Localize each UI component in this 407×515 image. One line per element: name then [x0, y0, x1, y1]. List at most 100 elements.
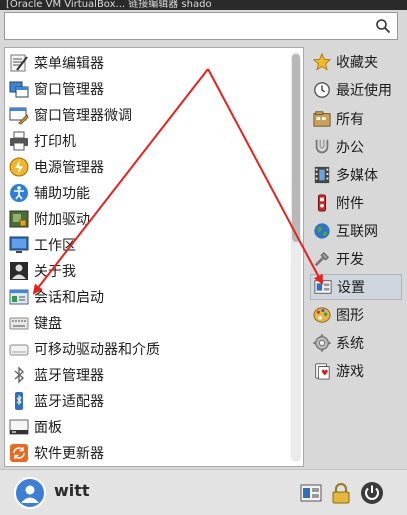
- power-manager-icon: [8, 156, 30, 178]
- app-label: 附加驱动: [34, 212, 90, 228]
- category-games[interactable]: ♥ 游戏: [310, 358, 402, 384]
- internet-icon: [312, 221, 332, 241]
- category-label: 设置: [337, 280, 365, 296]
- app-bluetooth-adapter[interactable]: 蓝牙适配器: [5, 388, 291, 414]
- app-keyboard[interactable]: 键盘: [5, 310, 291, 336]
- app-printer[interactable]: 打印机: [5, 128, 291, 154]
- category-recent[interactable]: 最近使用: [310, 77, 402, 103]
- avatar[interactable]: [14, 477, 46, 509]
- app-label: 窗口管理器微调: [34, 108, 132, 124]
- app-label: 菜单编辑器: [34, 56, 104, 72]
- app-software-updater[interactable]: 软件更新器: [5, 440, 291, 466]
- printer-icon: [8, 130, 30, 152]
- app-about-me[interactable]: 关于我: [5, 258, 291, 284]
- background-window-titlebar: [Oracle VM VirtualBox... 链接编辑器 shado: [0, 0, 407, 10]
- category-settings[interactable]: 设置: [310, 274, 402, 300]
- category-development[interactable]: 开发: [310, 246, 402, 272]
- games-icon: ♥: [312, 361, 332, 381]
- clock-icon: [312, 80, 332, 100]
- settings-manager-icon: [300, 484, 322, 502]
- app-label: 工作区: [34, 238, 76, 254]
- accessories-icon: [312, 193, 332, 213]
- app-bluetooth-manager[interactable]: 蓝牙管理器: [5, 362, 291, 388]
- app-power-manager[interactable]: 电源管理器: [5, 154, 291, 180]
- panel-icon: [8, 416, 30, 438]
- scrollbar-thumb[interactable]: [292, 54, 300, 242]
- app-additional-drivers[interactable]: 附加驱动: [5, 206, 291, 232]
- svg-text:♥: ♥: [321, 368, 328, 378]
- category-system[interactable]: 系统: [310, 330, 402, 356]
- category-label: 互联网: [336, 224, 378, 240]
- category-internet[interactable]: 互联网: [310, 218, 402, 244]
- app-panel[interactable]: 面板: [5, 414, 291, 440]
- removable-drives-icon: [8, 338, 30, 360]
- app-label: 软件更新器: [34, 446, 104, 462]
- category-label: 图形: [336, 308, 364, 324]
- system-icon: [312, 333, 332, 353]
- background-window-title: [Oracle VM VirtualBox... 链接编辑器 shado: [6, 0, 212, 10]
- software-updater-icon: [8, 442, 30, 464]
- app-window-manager[interactable]: 窗口管理器: [5, 76, 291, 102]
- menu-editor-icon: [8, 52, 30, 74]
- category-label: 开发: [336, 252, 364, 268]
- app-label: 关于我: [34, 264, 76, 280]
- app-session-startup[interactable]: 会话和启动: [5, 284, 291, 310]
- app-label: 可移动驱动器和介质: [34, 342, 160, 358]
- lock-icon: [332, 482, 350, 504]
- app-label: 窗口管理器: [34, 82, 104, 98]
- category-label: 多媒体: [336, 168, 378, 184]
- app-list-scrollbar[interactable]: [291, 52, 301, 462]
- category-label: 最近使用: [336, 83, 392, 99]
- app-label: 会话和启动: [34, 290, 104, 306]
- app-window-tweaks[interactable]: 窗口管理器微调: [5, 102, 291, 128]
- app-accessibility[interactable]: 辅助功能: [5, 180, 291, 206]
- search-icon[interactable]: [375, 18, 391, 34]
- app-workspace[interactable]: 工作区: [5, 232, 291, 258]
- session-startup-icon: [8, 286, 30, 308]
- search-input[interactable]: [9, 15, 373, 39]
- category-office[interactable]: 办公: [310, 134, 402, 160]
- app-label: 蓝牙适配器: [34, 394, 104, 410]
- settings-manager-button[interactable]: [299, 481, 323, 505]
- star-icon: [312, 52, 332, 72]
- category-favorites[interactable]: 收藏夹: [310, 49, 402, 75]
- category-label: 办公: [336, 140, 364, 156]
- category-multimedia[interactable]: 多媒体: [310, 162, 402, 188]
- application-list[interactable]: 菜单编辑器 窗口管理器 窗口管理器微调 打印机 电源管理器 辅助功能 附加驱动 …: [4, 47, 304, 467]
- bottom-bar: witt: [0, 469, 407, 515]
- username: witt: [54, 481, 90, 500]
- category-label: 附件: [336, 196, 364, 212]
- category-list[interactable]: 收藏夹 最近使用 所有 办公 多媒体 附件 互联网 开发 设置 图形 系统 ♥ …: [310, 47, 402, 467]
- category-label: 所有: [336, 112, 364, 128]
- bluetooth-icon: [8, 364, 30, 386]
- power-button[interactable]: [360, 481, 384, 505]
- window-tweaks-icon: [8, 104, 30, 126]
- lock-screen-button[interactable]: [329, 481, 353, 505]
- app-label: 键盘: [34, 316, 62, 332]
- app-label: 辅助功能: [34, 186, 90, 202]
- settings-icon: [313, 277, 333, 297]
- graphics-icon: [312, 305, 332, 325]
- search-box[interactable]: [4, 12, 398, 40]
- app-label: 面板: [34, 420, 62, 436]
- category-label: 游戏: [336, 364, 364, 380]
- category-all[interactable]: 所有: [310, 106, 402, 132]
- office-icon: [312, 137, 332, 157]
- multimedia-icon: [312, 165, 332, 185]
- app-menu-editor[interactable]: 菜单编辑器: [5, 50, 291, 76]
- app-label: 打印机: [34, 134, 76, 150]
- additional-drivers-icon: [8, 208, 30, 230]
- workspace-icon: [8, 234, 30, 256]
- category-label: 收藏夹: [336, 55, 378, 71]
- accessibility-icon: [8, 182, 30, 204]
- app-removable-drives[interactable]: 可移动驱动器和介质: [5, 336, 291, 362]
- category-label: 系统: [336, 336, 364, 352]
- bluetooth-adapter-icon: [8, 390, 30, 412]
- app-label: 电源管理器: [34, 160, 104, 176]
- category-accessories[interactable]: 附件: [310, 190, 402, 216]
- power-icon: [361, 482, 383, 504]
- all-apps-icon: [312, 109, 332, 129]
- development-icon: [312, 249, 332, 269]
- window-manager-icon: [8, 78, 30, 100]
- category-graphics[interactable]: 图形: [310, 302, 402, 328]
